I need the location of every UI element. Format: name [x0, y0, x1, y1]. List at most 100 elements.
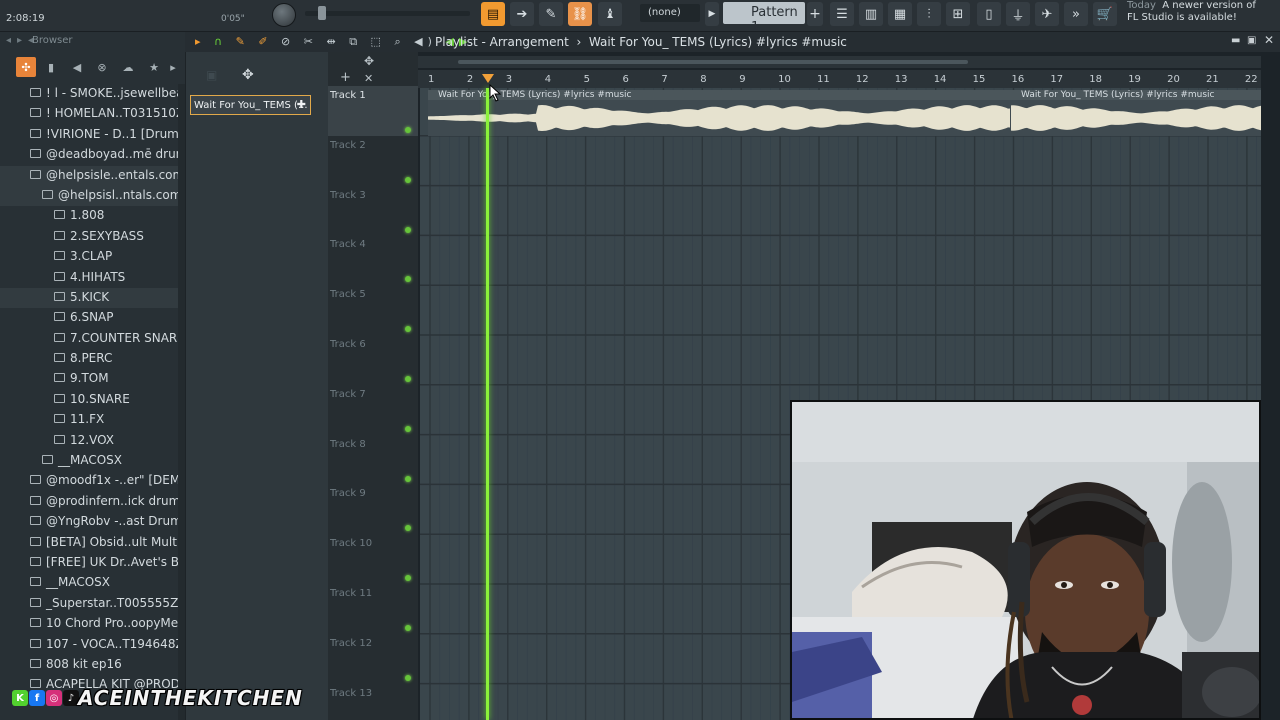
browser-folder-item[interactable]: 2.SEXYBASS: [0, 227, 178, 247]
zoom-icon[interactable]: ⌕: [394, 35, 405, 48]
scrollbar-thumb[interactable]: [458, 60, 968, 64]
track-label[interactable]: Track 8: [330, 439, 366, 450]
browser-folder-item[interactable]: @helpsisle..entals.com): [0, 165, 178, 186]
remove-track-icon[interactable]: ✕: [364, 72, 373, 85]
browser-plugin-icon[interactable]: ⊗: [92, 57, 112, 77]
track-mute-led[interactable]: [405, 226, 411, 233]
master-volume-handle[interactable]: [318, 6, 326, 20]
playhead-marker[interactable]: [482, 74, 494, 83]
track-mute-led[interactable]: [405, 625, 411, 631]
audio-clip[interactable]: Wait For You_ TEMS (Lyrics) #lyrics #mus…: [428, 90, 1011, 136]
browser-folder-item[interactable]: 11.FX: [0, 410, 178, 430]
browser-folder-item[interactable]: 3.CLAP: [0, 247, 178, 267]
browser-all-icon[interactable]: ✣: [16, 57, 36, 77]
browser-folder-item[interactable]: 4.HIHATS: [0, 268, 178, 288]
browser-cloud-icon[interactable]: ☁: [118, 57, 138, 77]
browser-back-icon[interactable]: ◀: [67, 57, 87, 77]
browser-folder-item[interactable]: !VIRIONE - D..1 [Drum Kit]: [0, 125, 178, 145]
browser-folder-item[interactable]: 10 Chord Pro..oopyMelody: [0, 614, 178, 634]
piano-roll-icon[interactable]: ▥: [859, 2, 883, 26]
clip-source-item[interactable]: Wait For You_ TEMS (... ✚: [190, 95, 311, 115]
browser-folder-item[interactable]: @prodinfern..ick drumkit: [0, 492, 178, 512]
browser-scrollbar[interactable]: [178, 84, 185, 720]
browser-folder-item[interactable]: 10.SNARE: [0, 390, 178, 410]
plugin-picker-icon[interactable]: ⊞: [946, 2, 970, 26]
browser-folder-item[interactable]: ! l - SMOKE..jsewellbeats: [0, 84, 178, 104]
browser-nav-arrows-icon[interactable]: ◂▸◂: [6, 35, 39, 46]
track-mute-led[interactable]: [405, 176, 411, 183]
browser-folder-item[interactable]: @moodf1x -..er" [DEMO]: [0, 471, 178, 491]
track-mute-led[interactable]: [405, 475, 411, 482]
master-volume-slider[interactable]: [305, 11, 470, 16]
track-label[interactable]: Track 12: [330, 638, 372, 649]
track-label[interactable]: Track 5: [330, 289, 366, 300]
browser-folder-item[interactable]: _Superstar..T005555Z-001: [0, 594, 178, 614]
update-notice[interactable]: Today A newer version of FL Studio is av…: [1127, 0, 1277, 24]
browser-folder-item[interactable]: @helpsisl..ntals.com): [0, 185, 178, 207]
track-label[interactable]: Track 3: [330, 190, 366, 201]
metronome-icon[interactable]: ♝: [598, 2, 622, 26]
maximize-icon[interactable]: ▣: [1247, 35, 1256, 46]
browser-folder-item[interactable]: 107 - VOCA..T194648Z-001: [0, 635, 178, 655]
browser-more-icon[interactable]: ▸: [163, 57, 183, 77]
arrow-right-small-icon[interactable]: ▸: [195, 35, 206, 48]
play-arrow-icon[interactable]: ▶: [705, 2, 719, 26]
tools-icon[interactable]: ✈: [1035, 2, 1059, 26]
tempo-knob[interactable]: [272, 3, 296, 27]
add-track-icon[interactable]: +: [340, 70, 351, 85]
playlist-icon[interactable]: ☰: [830, 2, 854, 26]
minimize-icon[interactable]: ▬: [1231, 35, 1240, 46]
track-mute-led[interactable]: [405, 376, 411, 382]
browser-folder-item[interactable]: 808 kit ep16: [0, 655, 178, 675]
browser-folder-item[interactable]: 12.VOX: [0, 431, 178, 451]
brush-icon[interactable]: ✎: [539, 2, 563, 26]
paint-icon[interactable]: ✐: [258, 35, 272, 48]
browser-folder-item[interactable]: 9.TOM: [0, 369, 178, 389]
track-label[interactable]: Track 11: [330, 588, 372, 599]
pattern-song-icon[interactable]: ▤: [481, 2, 505, 26]
track-label[interactable]: Track 1: [330, 90, 366, 101]
browser-folder-item[interactable]: 5.KICK: [0, 287, 178, 309]
browser-folder-item[interactable]: [BETA] Obsid..ult Multi-Kit: [0, 533, 178, 553]
browser-folder-item[interactable]: [FREE] UK Dr..Avet's Beats: [0, 553, 178, 573]
speaker-icon[interactable]: ◀): [414, 35, 437, 48]
browser-folder-item[interactable]: @YngRobv -..ast Drum Kit: [0, 512, 178, 532]
browser-folder-item[interactable]: 8.PERC: [0, 349, 178, 369]
track-mute-led[interactable]: [405, 127, 411, 133]
mixer-icon[interactable]: ⫶: [917, 2, 941, 26]
select-icon[interactable]: ⬚: [371, 35, 386, 48]
audio-clip[interactable]: Wait For You_ TEMS (Lyrics) #lyrics #mus…: [1011, 90, 1261, 136]
browser-icon[interactable]: ▯: [977, 2, 1001, 26]
track-label[interactable]: Track 10: [330, 538, 372, 549]
close-icon[interactable]: ✕: [1264, 33, 1274, 47]
track-label[interactable]: Track 7: [330, 389, 366, 400]
playhead-line[interactable]: [486, 88, 489, 720]
browser-folder-item[interactable]: ! HOMELAN..T031510Z-001: [0, 104, 178, 124]
pencil-icon[interactable]: ✎: [236, 35, 250, 48]
track-label[interactable]: Track 4: [330, 239, 366, 250]
magnet-icon[interactable]: ∩: [214, 35, 227, 48]
add-pattern-icon[interactable]: +: [807, 2, 823, 26]
shop-icon[interactable]: 🛒: [1093, 2, 1117, 26]
playlist-horizontal-scrollbar[interactable]: [418, 56, 1261, 68]
browser-folder-item[interactable]: @deadboyad..mē drumkit: [0, 145, 178, 165]
slip-icon[interactable]: ⇹: [326, 35, 340, 48]
track-mute-led[interactable]: [405, 425, 411, 432]
snap-selector[interactable]: (none): [640, 4, 700, 22]
browser-folder-item[interactable]: 1.808: [0, 206, 178, 226]
browser-folder-item[interactable]: __MACOSX: [0, 573, 178, 593]
track-label[interactable]: Track 2: [330, 140, 366, 151]
mute-icon[interactable]: ✂: [304, 35, 318, 48]
browser-folder-item[interactable]: __MACOSX: [0, 451, 178, 471]
link-icon[interactable]: ⛓: [568, 2, 592, 26]
slice-icon[interactable]: ⧉: [349, 35, 362, 48]
track-label[interactable]: Track 9: [330, 488, 366, 499]
arrow-right-icon[interactable]: ➔: [510, 2, 534, 26]
track-label[interactable]: Track 6: [330, 339, 366, 350]
pattern-selector[interactable]: Pattern 1: [723, 2, 805, 35]
browser-folder-item[interactable]: 7.COUNTER SNARE: [0, 329, 178, 349]
forward-icon[interactable]: »: [1064, 2, 1088, 26]
track-mute-led[interactable]: [405, 674, 411, 681]
plug-icon[interactable]: ⏚: [1006, 2, 1030, 26]
browser-files-icon[interactable]: ▮: [41, 57, 61, 77]
